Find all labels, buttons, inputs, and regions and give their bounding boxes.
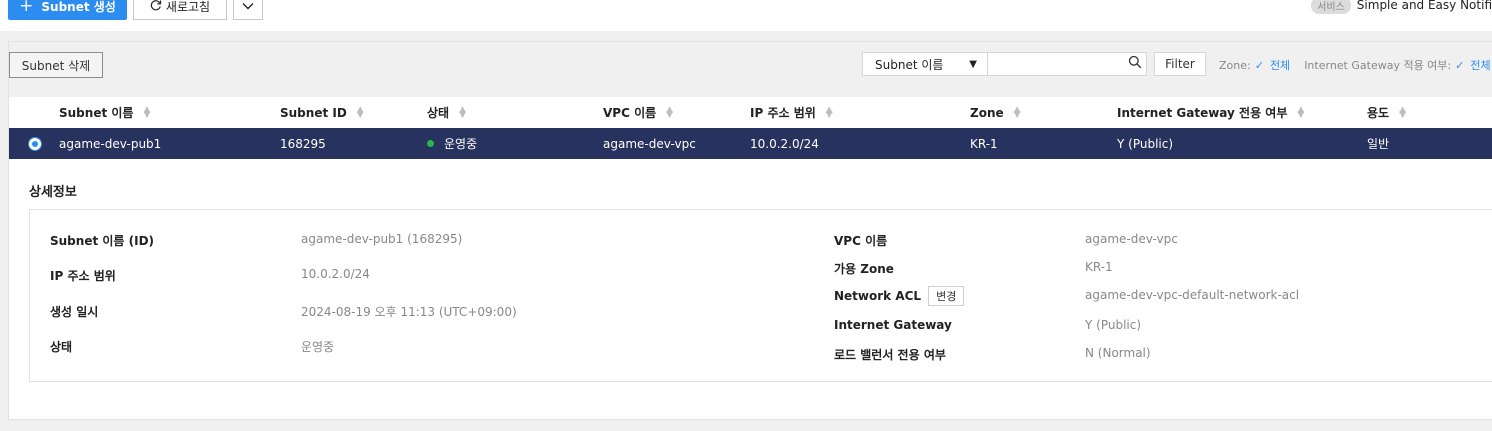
column-header-zone[interactable]: Zone ▲ ▼: [970, 97, 1021, 128]
search-field-value: Subnet 이름: [875, 57, 944, 72]
column-header-ip-range[interactable]: IP 주소 범위 ▲ ▼: [750, 97, 833, 128]
column-label: IP 주소 범위: [750, 106, 816, 120]
row-select-radio[interactable]: [28, 137, 42, 151]
detail-title: 상세정보: [29, 185, 77, 200]
chevron-down-icon: [242, 0, 254, 13]
sort-icon: ▲ ▼: [825, 104, 833, 120]
cell-igw: Y (Public): [1117, 136, 1174, 151]
detail-value-network-acl: agame-dev-vpc-default-network-acl: [1085, 288, 1300, 302]
refresh-button[interactable]: 새로고침: [133, 0, 227, 20]
detail-label-status: 상태: [50, 340, 73, 354]
filter-button[interactable]: Filter: [1154, 52, 1206, 76]
search-field-select[interactable]: Subnet 이름 ▼: [862, 52, 988, 76]
detail-label-created-at: 생성 일시: [50, 305, 99, 319]
detail-label-igw: Internet Gateway: [834, 318, 952, 332]
detail-panel: Subnet 이름 (ID) agame-dev-pub1 (168295) I…: [29, 209, 1492, 382]
column-header-usage[interactable]: 용도 ▲ ▼: [1367, 97, 1406, 128]
plus-icon: +: [19, 0, 34, 16]
search-input[interactable]: [987, 52, 1147, 76]
sort-icon: ▲ ▼: [143, 104, 151, 120]
cell-ip-range: 10.0.2.0/24: [750, 136, 819, 151]
detail-value-subnet-name: agame-dev-pub1 (168295): [301, 232, 463, 246]
zone-filter-value[interactable]: 전체: [1270, 57, 1290, 73]
column-header-subnet-id[interactable]: Subnet ID ▲ ▼: [280, 97, 364, 128]
zone-filter-label: Zone:: [1219, 58, 1251, 72]
create-subnet-label: Subnet 생성: [41, 0, 116, 14]
refresh-label: 새로고침: [165, 0, 211, 14]
sort-icon: ▲ ▼: [459, 104, 467, 120]
detail-value-status: 운영중: [301, 340, 335, 354]
cell-subnet-name: agame-dev-pub1: [59, 136, 162, 151]
cell-vpc-name: agame-dev-vpc: [603, 136, 696, 151]
column-label: Subnet ID: [280, 105, 347, 120]
table-row[interactable]: agame-dev-pub1 168295 운영중 agame-dev-vpc …: [9, 128, 1492, 159]
column-label: 용도: [1367, 106, 1390, 120]
service-name[interactable]: Simple and Easy Notifi: [1357, 0, 1492, 12]
cell-usage: 일반: [1367, 137, 1390, 151]
detail-value-zone: KR-1: [1085, 260, 1113, 274]
cell-status: 운영중: [427, 128, 477, 159]
detail-label-network-acl: Network ACL: [834, 289, 922, 303]
sort-icon: ▲ ▼: [1297, 104, 1305, 120]
sort-icon: ▲ ▼: [356, 104, 364, 120]
column-label: VPC 이름: [603, 106, 657, 120]
sort-icon: ▲ ▼: [1399, 104, 1407, 120]
delete-subnet-button[interactable]: Subnet 삭제: [9, 52, 103, 78]
status-dot-icon: [427, 140, 434, 147]
cell-subnet-id: 168295: [280, 136, 326, 151]
detail-label-ip-range: IP 주소 범위: [50, 269, 116, 283]
detail-value-igw: Y (Public): [1085, 318, 1142, 332]
check-icon: ✓: [1455, 58, 1465, 72]
igw-filter-label: Internet Gateway 적용 여부:: [1304, 59, 1452, 72]
list-toolbar: Subnet 삭제 Subnet 이름 ▼ Filter Zone: ✓ 전체 …: [9, 42, 1492, 97]
change-acl-button[interactable]: 변경: [928, 286, 965, 306]
service-info: 서비스 Simple and Easy Notifi: [1311, 0, 1492, 14]
search-icon[interactable]: [1128, 55, 1144, 71]
filter-summary: Zone: ✓ 전체 Internet Gateway 적용 여부: ✓ 전체: [1219, 57, 1491, 73]
column-header-status[interactable]: 상태 ▲ ▼: [427, 97, 466, 128]
check-icon: ✓: [1254, 58, 1264, 72]
column-label: Internet Gateway 전용 여부: [1117, 106, 1288, 120]
sort-icon: ▲ ▼: [1013, 104, 1021, 120]
detail-label-vpc-name: VPC 이름: [834, 234, 888, 248]
detail-label-subnet-name: Subnet 이름 (ID): [50, 234, 155, 248]
column-header-igw[interactable]: Internet Gateway 전용 여부 ▲ ▼: [1117, 97, 1304, 128]
detail-value-lb-only: N (Normal): [1085, 346, 1151, 360]
column-label: Zone: [970, 105, 1004, 120]
caret-down-icon: ▼: [969, 58, 977, 70]
column-header-subnet-name[interactable]: Subnet 이름 ▲ ▼: [59, 97, 150, 128]
refresh-icon: [150, 0, 162, 14]
service-badge: 서비스: [1311, 0, 1351, 14]
detail-label-zone: 가용 Zone: [834, 262, 894, 276]
column-label: Subnet 이름: [59, 106, 134, 120]
cell-zone: KR-1: [970, 136, 998, 151]
column-label: 상태: [427, 106, 450, 120]
status-text: 운영중: [444, 137, 478, 151]
sort-icon: ▲ ▼: [666, 104, 674, 120]
top-toolbar: + Subnet 생성 새로고침 서비스 Simple and Easy Not…: [0, 0, 1492, 31]
detail-value-created-at: 2024-08-19 오후 11:13 (UTC+09:00): [301, 305, 517, 319]
create-subnet-button[interactable]: + Subnet 생성: [8, 0, 127, 20]
detail-label-lb-only: 로드 밸런서 전용 여부: [834, 348, 946, 362]
detail-value-ip-range: 10.0.2.0/24: [301, 267, 370, 281]
more-options-button[interactable]: [233, 0, 263, 20]
subnet-panel: Subnet 삭제 Subnet 이름 ▼ Filter Zone: ✓ 전체 …: [8, 41, 1492, 420]
detail-value-vpc-name: agame-dev-vpc: [1085, 232, 1178, 246]
igw-filter-value[interactable]: 전체: [1470, 57, 1490, 73]
table-header: Subnet 이름 ▲ ▼ Subnet ID ▲ ▼ 상태 ▲ ▼ VPC 이름 ▲ ▼ IP…: [9, 97, 1492, 128]
detail-label-network-acl-group: Network ACL 변경: [834, 284, 965, 308]
column-header-vpc-name[interactable]: VPC 이름 ▲ ▼: [603, 97, 673, 128]
